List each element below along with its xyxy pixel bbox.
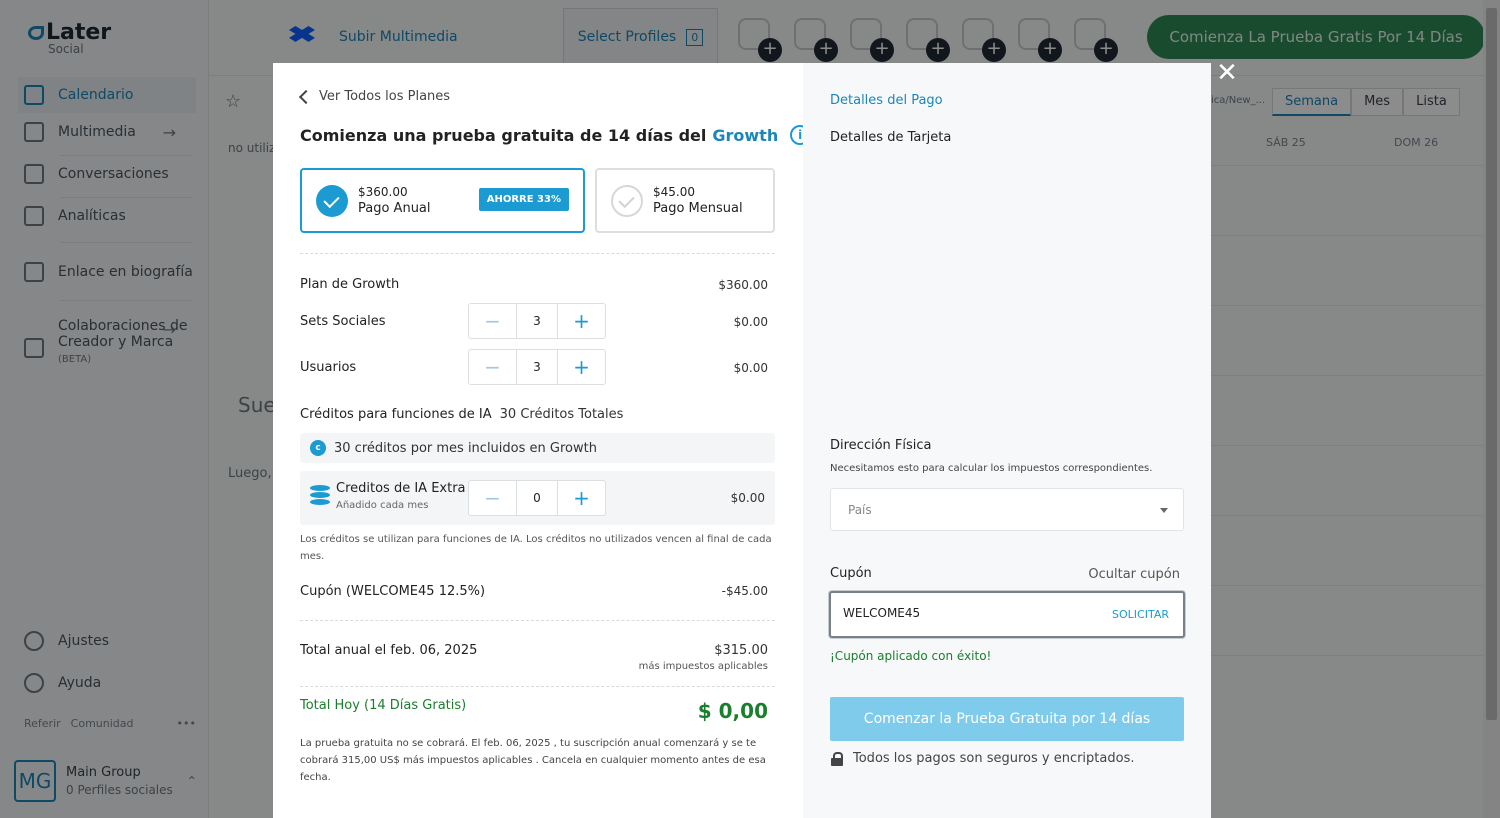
included-credits: c 30 créditos por mes incluidos en Growt… [300,433,775,463]
trial-fine-print: La prueba gratuita no se cobrará. El feb… [300,738,766,783]
extra-credits: Creditos de IA Extra Añadido cada mes − … [300,471,775,525]
modal-title: Comienza una prueba gratuita de 14 días … [300,125,811,145]
today-total: $ 0,00 [697,699,768,723]
checkout-modal: Ver Todos los Planes Comienza una prueba… [273,63,1211,818]
coin-stack-icon [310,485,330,507]
increment-button[interactable]: + [558,481,605,515]
users-stepper: − 3 + [468,349,606,385]
check-circle-icon [611,184,643,217]
decrement-button[interactable]: − [469,304,516,338]
chevron-left-icon [298,89,314,104]
coupon-input[interactable] [843,606,1083,620]
lock-icon [831,751,843,766]
close-modal-button[interactable]: ✕ [1214,60,1240,86]
apply-coupon-button[interactable]: SOLICITAR [1112,608,1169,621]
caret-down-icon [1160,508,1168,513]
back-to-plans-link[interactable]: Ver Todos los Planes [298,89,450,104]
decrement-button[interactable]: − [469,350,516,384]
plan-monthly-option[interactable]: $45.00 Pago Mensual [595,168,775,233]
plan-summary: Ver Todos los Planes Comienza una prueba… [273,63,811,818]
credit-coin-icon: c [310,440,326,456]
extra-credits-stepper: − 0 + [468,480,606,516]
decrement-button[interactable]: − [469,481,516,515]
coupon-success-message: ¡Cupón aplicado con éxito! [830,649,992,663]
increment-button[interactable]: + [558,350,605,384]
savings-badge: AHORRE 33% [478,188,569,211]
increment-button[interactable]: + [558,304,605,338]
check-circle-icon [316,184,348,217]
coupon-field: SOLICITAR [829,591,1185,638]
payment-details: Detalles del Pago Detalles de Tarjeta Di… [803,63,1211,818]
country-select[interactable]: País [830,488,1184,531]
ai-credits-heading: Créditos para funciones de IA 30 Créditos… [300,407,624,422]
hide-coupon-link[interactable]: Ocultar cupón [1088,567,1180,582]
plan-annual-option[interactable]: $360.00 Pago Anual AHORRE 33% [300,168,585,233]
start-trial-button[interactable]: Comenzar la Prueba Gratuita por 14 días [830,697,1184,741]
social-sets-stepper: − 3 + [468,303,606,339]
secure-payments-note: Todos los pagos son seguros y encriptado… [831,751,1134,766]
